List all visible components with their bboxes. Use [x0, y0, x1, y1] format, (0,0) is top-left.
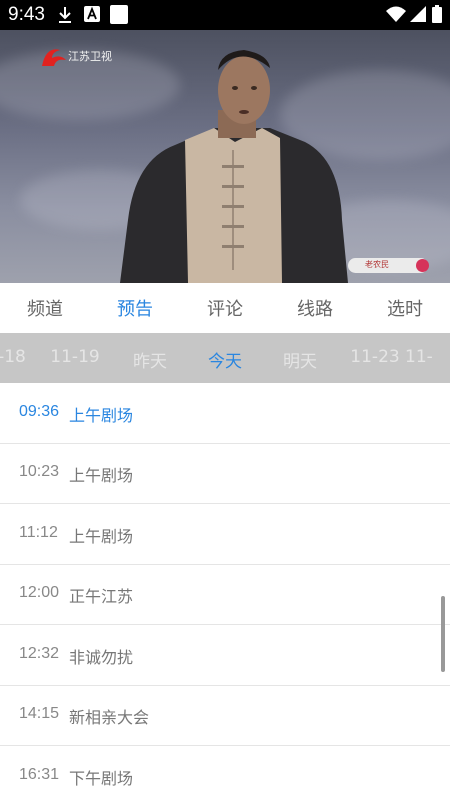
schedule-title: 上午剧场	[69, 527, 134, 546]
download-icon	[59, 7, 71, 23]
battery-icon	[432, 5, 442, 23]
schedule-row[interactable]: 14:15 新相亲大会	[0, 685, 450, 746]
date-yesterday[interactable]: 昨天	[112, 347, 188, 372]
schedule-time: 12:00	[19, 584, 60, 601]
tab-channels[interactable]: 频道	[0, 295, 90, 321]
schedule-time: 10:23	[19, 463, 60, 480]
schedule-row[interactable]: 12:32 非诚勿扰	[0, 625, 450, 686]
channel-logo-text: 江苏卫视	[68, 51, 112, 63]
schedule-time: 12:32	[19, 645, 60, 662]
schedule-list: 09:36 上午剧场 10:23 上午剧场 11:12 上午剧场 12:00 正…	[0, 383, 450, 800]
video-player[interactable]: 江苏卫视 老农民	[0, 30, 450, 283]
schedule-row[interactable]: 12:00 正午江苏	[0, 564, 450, 625]
tab-bar: 频道 预告 评论 线路 选时	[0, 283, 450, 333]
schedule-row[interactable]: 09:36 上午剧场	[0, 383, 450, 444]
date-item[interactable]: 11-23	[337, 347, 413, 367]
date-today[interactable]: 今天	[187, 347, 263, 372]
status-time: 9:43	[8, 4, 45, 25]
tab-comments[interactable]: 评论	[180, 295, 270, 321]
schedule-time: 14:15	[19, 705, 60, 722]
schedule-time: 16:31	[19, 766, 60, 783]
schedule-title: 非诚勿扰	[69, 648, 134, 667]
date-item[interactable]: 11-	[405, 347, 450, 367]
watermark-dot-icon	[416, 259, 429, 272]
date-tomorrow[interactable]: 明天	[262, 347, 338, 372]
schedule-title: 下午剧场	[69, 769, 134, 788]
tab-timeshift[interactable]: 选时	[360, 295, 450, 321]
schedule-time: 11:12	[19, 524, 58, 541]
schedule-title: 新相亲大会	[69, 708, 150, 727]
schedule-title: 上午剧场	[69, 466, 134, 485]
wifi-icon	[386, 6, 406, 22]
a-app-icon	[84, 6, 100, 22]
watermark-text: 老农民	[365, 260, 389, 269]
schedule-title: 正午江苏	[69, 587, 134, 606]
schedule-row[interactable]: 16:31 下午剧场	[0, 746, 450, 800]
scrollbar[interactable]	[441, 596, 445, 672]
date-selector: -18 11-19 昨天 今天 明天 11-23 11-	[0, 333, 450, 383]
signal-icon	[410, 6, 426, 22]
schedule-row[interactable]: 11:12 上午剧场	[0, 504, 450, 565]
schedule-title: 上午剧场	[69, 406, 134, 425]
schedule-time: 09:36	[19, 403, 60, 420]
date-item[interactable]: 11-19	[37, 347, 113, 367]
tab-lines[interactable]: 线路	[270, 295, 360, 321]
status-bar: 9:43	[0, 0, 450, 30]
tab-preview[interactable]: 预告	[90, 295, 180, 321]
square-app-icon	[110, 5, 128, 24]
schedule-row[interactable]: 10:23 上午剧场	[0, 443, 450, 504]
